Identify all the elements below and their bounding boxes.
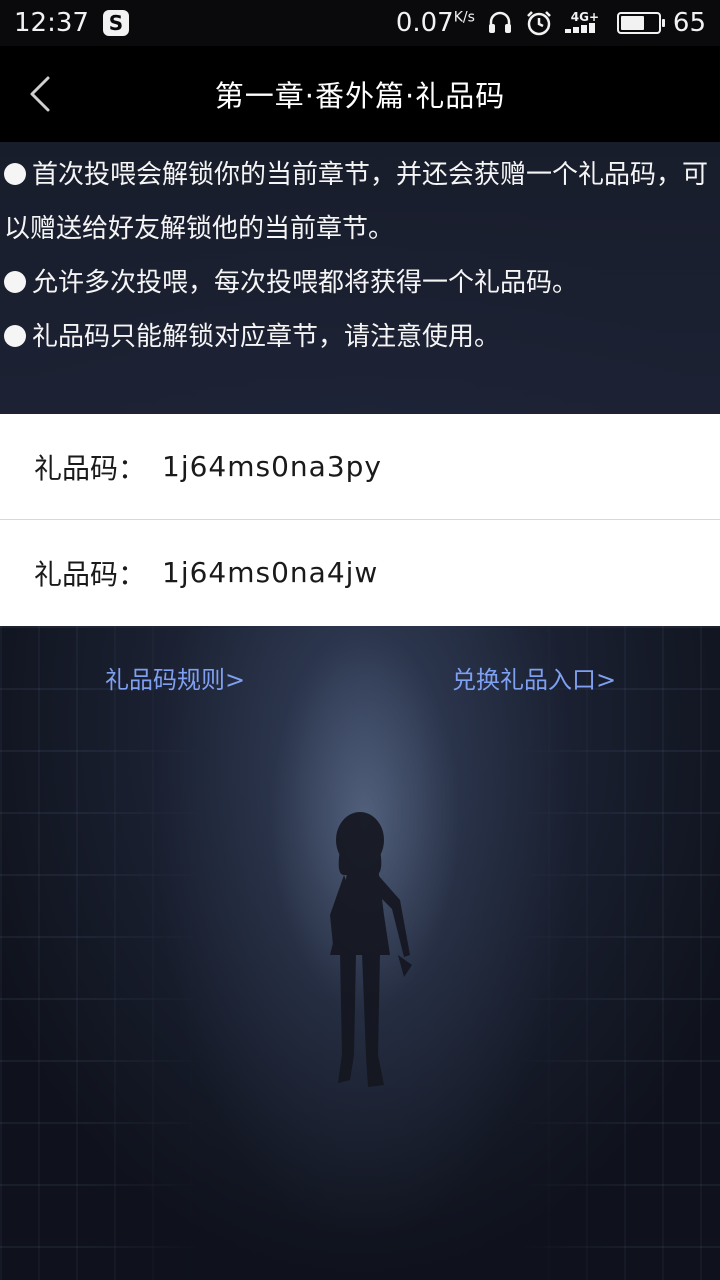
- alarm-icon: [527, 11, 551, 36]
- app-badge-icon: S: [102, 10, 129, 36]
- battery-fill: [620, 16, 645, 30]
- gift-code-row[interactable]: 礼品码： 1j64ms0na3py: [0, 414, 720, 519]
- gift-code-value[interactable]: 1j64ms0na4jw: [162, 556, 378, 589]
- battery-icon: [616, 12, 665, 34]
- chevron-left-icon: [30, 76, 50, 112]
- network-type: 4G+: [570, 10, 600, 24]
- title-bar: 第一章·番外篇·礼品码: [0, 46, 720, 142]
- status-bar: 12:37 S 0.07K/s 4G+ 65: [0, 0, 720, 46]
- gift-code-label: 礼品码：: [34, 557, 147, 591]
- info-line: 首次投喂会解锁你的当前章节，并还会获赠一个礼品码，可以赠送给好友解锁他的当前章节…: [4, 148, 716, 256]
- info-line-text: 礼品码只能解锁对应章节，请注意使用。: [32, 322, 501, 352]
- redeem-gift-link[interactable]: 兑换礼品入口>: [452, 660, 616, 695]
- info-line-text: 首次投喂会解锁你的当前章节，并还会获赠一个礼品码，可以赠送给好友解锁他的当前章节…: [4, 160, 709, 244]
- network-speed-value: 0.07: [395, 8, 454, 38]
- gift-code-rules-link[interactable]: 礼品码规则>: [105, 660, 245, 695]
- girl-silhouette-image: [330, 812, 412, 1087]
- bullet-icon: [4, 271, 26, 293]
- links-row: 礼品码规则> 兑换礼品入口>: [0, 660, 720, 700]
- gift-code-list: 礼品码： 1j64ms0na3py 礼品码： 1j64ms0na4jw: [0, 414, 720, 626]
- back-button[interactable]: [18, 70, 62, 118]
- bullet-icon: [4, 325, 26, 347]
- page-title: 第一章·番外篇·礼品码: [214, 79, 506, 113]
- app-screen: 12:37 S 0.07K/s 4G+ 65 第一章·番外篇·礼品码 首次投喂会…: [0, 0, 720, 1280]
- info-line-text: 允许多次投喂，每次投喂都将获得一个礼品码。: [32, 268, 579, 298]
- status-time: 12:37: [14, 8, 89, 38]
- gift-code-label: 礼品码：: [34, 451, 147, 485]
- info-line: 允许多次投喂，每次投喂都将获得一个礼品码。: [4, 256, 716, 310]
- network-speed: 0.07K/s: [396, 8, 475, 38]
- gift-code-row[interactable]: 礼品码： 1j64ms0na4jw: [0, 519, 720, 625]
- bookshelf-background-left: [0, 626, 210, 1280]
- network-speed-unit: K/s: [453, 9, 475, 26]
- headphones-icon: [488, 11, 511, 33]
- bullet-icon: [4, 163, 26, 185]
- network-signal-icon: 4G+: [564, 10, 605, 35]
- gift-code-info: 首次投喂会解锁你的当前章节，并还会获赠一个礼品码，可以赠送给好友解锁他的当前章节…: [0, 142, 720, 414]
- bookshelf-background-right: [510, 626, 720, 1280]
- battery-level: 65: [672, 8, 706, 38]
- gift-code-value[interactable]: 1j64ms0na3py: [162, 450, 382, 483]
- info-line: 礼品码只能解锁对应章节，请注意使用。: [4, 310, 716, 364]
